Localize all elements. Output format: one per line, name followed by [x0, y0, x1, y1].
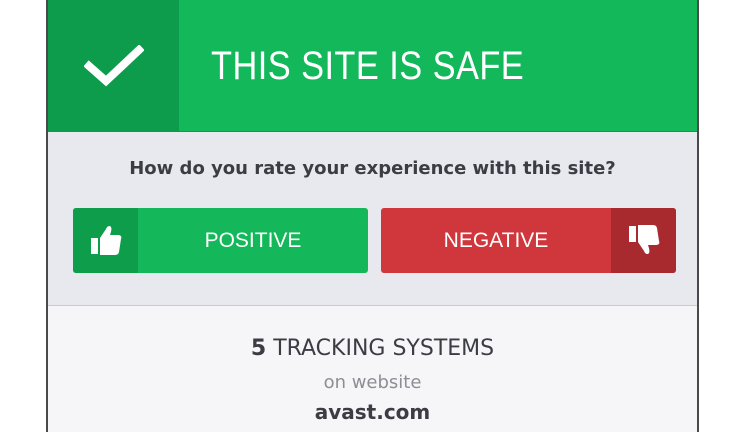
tracking-subtitle: on website: [323, 372, 422, 393]
check-badge: [48, 0, 179, 131]
rating-section: How do you rate your experience with thi…: [48, 132, 697, 306]
checkmark-icon: [84, 45, 144, 87]
rating-question: How do you rate your experience with thi…: [129, 158, 616, 179]
site-safety-panel: THIS SITE IS SAFE How do you rate your e…: [46, 0, 699, 432]
negative-icon-box: [611, 208, 676, 273]
positive-button-label: POSITIVE: [204, 229, 302, 252]
tracking-summary: 5 TRACKING SYSTEMS on website avast.com: [48, 306, 697, 432]
tracking-count: 5: [250, 336, 267, 361]
tracking-label: TRACKING SYSTEMS: [273, 336, 495, 361]
negative-button[interactable]: NEGATIVE: [381, 208, 676, 273]
negative-button-label: NEGATIVE: [443, 229, 549, 252]
tracking-count-line: 5 TRACKING SYSTEMS: [48, 336, 697, 361]
positive-icon-box: [73, 208, 138, 273]
safety-status-title: THIS SITE IS SAFE: [211, 44, 525, 88]
thumbs-up-icon: [91, 225, 122, 255]
site-domain: avast.com: [314, 400, 431, 424]
thumbs-down-icon: [629, 225, 660, 255]
positive-button[interactable]: POSITIVE: [73, 208, 368, 273]
safety-header: THIS SITE IS SAFE: [48, 0, 697, 132]
